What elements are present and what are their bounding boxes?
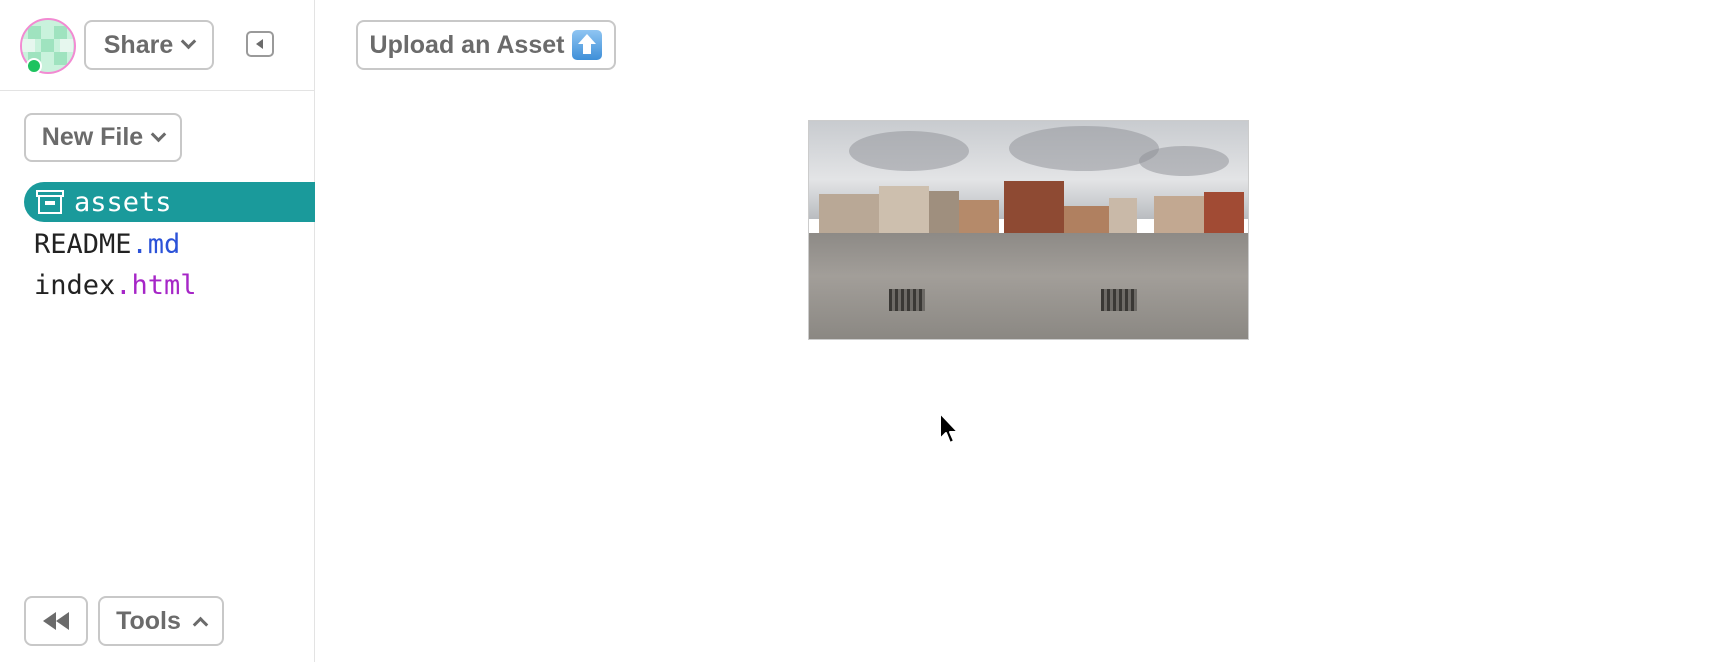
collapse-sidebar-button[interactable]: [246, 31, 274, 57]
rewind-icon: [43, 612, 69, 630]
file-name: index: [34, 269, 116, 301]
share-button[interactable]: Share: [84, 20, 214, 70]
chevron-down-icon: [180, 33, 197, 50]
tools-label: Tools: [116, 606, 181, 635]
file-tree-item-assets[interactable]: assets: [24, 182, 315, 222]
chevron-down-icon: [150, 126, 167, 142]
file-extension: .html: [115, 269, 197, 301]
archive-folder-icon: [36, 190, 64, 214]
mouse-pointer-icon: [939, 412, 959, 444]
upload-asset-button[interactable]: Upload an Asset: [356, 20, 616, 70]
online-status-icon: [26, 58, 42, 74]
file-name: README: [34, 228, 132, 260]
file-name: assets: [74, 186, 172, 218]
asset-image-panorama[interactable]: [808, 120, 1249, 340]
new-file-label: New File: [41, 123, 144, 151]
triangle-left-icon: [256, 39, 263, 49]
file-extension: .md: [131, 228, 181, 260]
sidebar: Share New File assets README .md index .ht…: [0, 0, 315, 662]
rewind-button[interactable]: [24, 596, 88, 646]
upload-asset-label: Upload an Asset: [369, 30, 565, 59]
up-arrow-icon: [572, 30, 603, 60]
share-button-label: Share: [103, 30, 174, 59]
chevron-up-icon: [192, 616, 209, 633]
sidebar-header: Share: [0, 0, 315, 91]
new-file-button[interactable]: New File: [24, 113, 182, 162]
file-tree-item-readme[interactable]: README .md: [34, 224, 180, 264]
tools-button[interactable]: Tools: [98, 596, 224, 646]
file-tree-item-index[interactable]: index .html: [34, 265, 197, 305]
